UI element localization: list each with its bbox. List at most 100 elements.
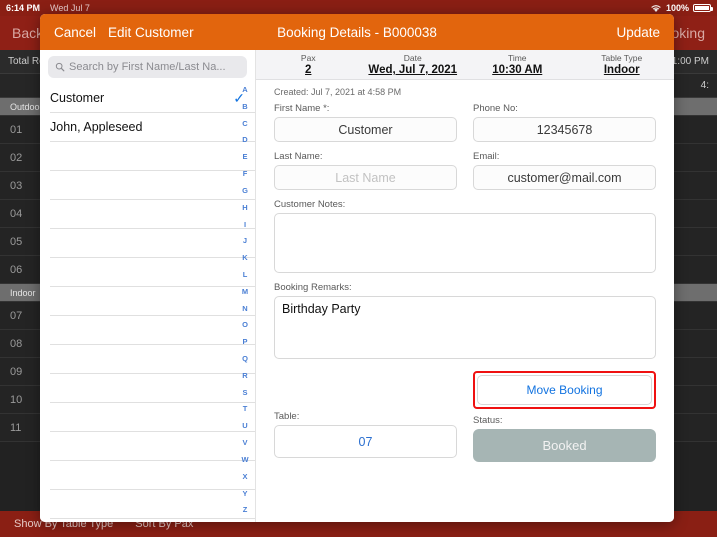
table-field[interactable]: 07 [274,425,457,458]
summary-cell-pax[interactable]: Pax 2 [256,50,361,79]
summary-cell-label: Date [403,53,422,63]
alpha-index-letter[interactable]: D [242,136,247,144]
last-name-field[interactable]: Last Name [274,165,457,190]
table-column-spacer [274,371,457,411]
summary-cell-table-type[interactable]: Table Type Indoor [570,50,675,79]
form-spacer-3 [274,273,656,282]
alpha-index-letter[interactable]: I [244,220,246,229]
summary-cell-date[interactable]: Date Wed, Jul 7, 2021 [361,50,466,79]
modal-header: Cancel Edit Customer Booking Details - B… [40,14,674,50]
timeline-secondary-label: 4: [700,80,709,91]
form-row-names: First Name *: Customer Phone No: 1234567… [274,103,656,142]
email-group: Email: customer@mail.com [473,151,656,190]
form-spacer [274,142,656,151]
alpha-index-letter[interactable]: Z [243,506,248,514]
battery-percent-label: 100% [665,3,689,13]
summary-cell-label: Time [507,53,527,63]
table-label: Table: [274,411,300,422]
status-column: Move Booking Status: Booked [473,371,656,462]
table-row-label: 10 [10,393,23,406]
alpha-index-letter[interactable]: H [242,204,247,212]
table-row-label: 08 [10,337,23,350]
alphabet-index[interactable]: A B CD E F G HIJ K L M NO P Q R ST U V W XYZ [235,84,255,516]
summary-cell-value: 10:30 AM [492,64,543,76]
cancel-button[interactable]: Cancel [40,25,96,40]
summary-cell-label: Table Type [601,53,643,63]
alpha-index-letter[interactable]: A [242,86,247,94]
customer-list-empty-row [50,142,255,171]
alpha-index-letter[interactable]: V [242,439,247,447]
search-placeholder-label: Search by First Name/Last Na... [69,61,226,73]
alpha-index-letter[interactable]: T [243,405,248,413]
alpha-index-letter[interactable]: E [242,153,247,161]
alpha-index-letter[interactable]: X [242,473,247,481]
customer-list-empty-row [50,403,255,432]
summary-cell-label: Pax [300,53,316,63]
alpha-index-letter[interactable]: J [243,237,247,245]
customer-list-empty-row [50,345,255,374]
booking-remarks-label: Booking Remarks: [274,282,352,293]
customer-picker-panel: Search by First Name/Last Na... Customer… [40,50,256,522]
alpha-index-letter[interactable]: K [242,254,247,262]
customer-list-empty-row [50,171,255,200]
customer-list-empty-row [50,461,255,490]
alpha-index-letter[interactable]: L [243,271,248,279]
table-row-label: 11 [10,421,22,434]
move-booking-highlight: Move Booking [473,371,656,409]
back-button[interactable]: Back [0,25,43,41]
table-row-label: 07 [10,309,23,322]
booking-summary-bar: Pax 2 Date Wed, Jul 7, 2021 Time 10:30 AM Tabl… [256,50,674,80]
edit-customer-title: Edit Customer [108,24,194,40]
last-name-label: Last Name: [274,151,323,162]
email-label: Email: [473,151,500,162]
table-row-label: Indoor [10,287,36,298]
booking-remarks-field[interactable]: Birthday Party [274,296,656,359]
alpha-index-letter[interactable]: S [242,389,247,397]
status-badge[interactable]: Booked [473,429,656,462]
summary-cell-value: Indoor [603,64,640,76]
customer-list-empty-row [50,200,255,229]
summary-cell-time[interactable]: Time 10:30 AM [465,50,570,79]
form-spacer-2 [274,190,656,199]
alpha-index-letter[interactable]: F [243,170,248,178]
customer-name-label: John, Appleseed [50,120,143,134]
status-bar-date: Wed Jul 7 [50,3,90,13]
alpha-index-letter[interactable]: C [242,120,247,128]
alpha-index-letter[interactable]: Q [242,355,248,363]
move-booking-button[interactable]: Move Booking [477,375,652,405]
phone-no-field[interactable]: 12345678 [473,117,656,142]
alpha-index-letter[interactable]: P [242,338,247,346]
customer-notes-field[interactable] [274,213,656,273]
customer-list-item[interactable]: Customer ✓ [50,84,255,113]
update-button[interactable]: Update [616,25,674,40]
alpha-index-letter[interactable]: W [241,456,248,464]
customer-notes-label: Customer Notes: [274,199,346,210]
customer-list-empty-row [50,316,255,345]
table-column: Table: 07 [274,371,457,462]
modal-body: Search by First Name/Last Na... Customer… [40,50,674,522]
customer-list-item[interactable]: John, Appleseed [50,113,255,142]
first-name-group: First Name *: Customer [274,103,457,142]
alpha-index-letter[interactable]: M [242,288,248,296]
wifi-icon [651,4,661,12]
search-input[interactable]: Search by First Name/Last Na... [48,56,247,78]
alpha-index-letter[interactable]: G [242,187,248,195]
alpha-index-letter[interactable]: U [242,422,247,430]
customer-list-empty-row [50,374,255,403]
timeline-time-label: 1:00 PM [671,56,709,67]
table-row-label: 02 [10,151,23,164]
alpha-index-letter[interactable]: N [242,305,247,313]
booking-remarks-group: Booking Remarks: Birthday Party [274,282,656,359]
customer-list-empty-row [50,287,255,316]
first-name-label: First Name *: [274,103,330,114]
status-bar-time: 6:14 PM [6,3,41,13]
alpha-index-letter[interactable]: B [242,103,247,111]
customer-list: Customer ✓ John, Appleseed [40,84,255,522]
customer-list-empty-row [50,490,255,519]
alpha-index-letter[interactable]: O [242,321,248,329]
email-field[interactable]: customer@mail.com [473,165,656,190]
search-bar-container: Search by First Name/Last Na... [40,50,255,84]
alpha-index-letter[interactable]: R [242,372,247,380]
alpha-index-letter[interactable]: Y [242,489,247,498]
first-name-field[interactable]: Customer [274,117,457,142]
